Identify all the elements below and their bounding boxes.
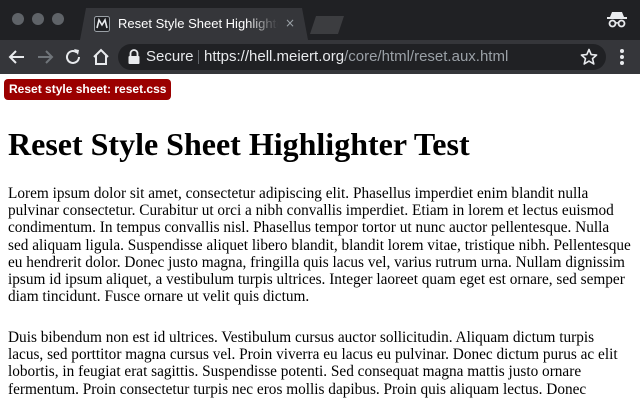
paragraph: Duis bibendum non est id ultrices. Vesti… (8, 329, 618, 398)
url-path: /core/html/reset.aux.html (344, 48, 509, 65)
security-label[interactable]: Secure (146, 48, 194, 66)
window-close-button[interactable] (12, 13, 24, 25)
window-minimize-button[interactable] (32, 13, 44, 25)
page-title: Reset Style Sheet Highlighter Test (8, 126, 470, 162)
paragraph: Lorem ipsum dolor sit amet, consectetur … (8, 185, 631, 306)
url-text[interactable]: https://hell.meiert.org/core/html/reset.… (204, 48, 508, 66)
reset-stylesheet-badge: Reset style sheet: reset.css (4, 79, 172, 100)
tab-close-icon[interactable]: × (282, 15, 298, 31)
address-bar[interactable]: Secure https://hell.meiert.org/core/html… (118, 44, 606, 70)
toolbar: Secure https://hell.meiert.org/core/html… (0, 40, 640, 74)
favicon-icon (94, 16, 110, 32)
lock-icon[interactable] (127, 49, 141, 65)
tab-title: Reset Style Sheet Highlighter Test (118, 16, 277, 31)
back-arrow-icon[interactable] (6, 46, 28, 68)
window-maximize-button[interactable] (52, 13, 64, 25)
incognito-icon[interactable] (606, 11, 628, 29)
address-separator (198, 50, 199, 64)
tab-active[interactable]: Reset Style Sheet Highlighter Test × (80, 8, 308, 40)
kebab-menu-icon[interactable] (612, 47, 632, 67)
forward-arrow-icon[interactable] (34, 46, 56, 68)
url-host: https://hell.meiert.org (204, 48, 345, 65)
reload-icon[interactable] (62, 46, 84, 68)
page-content: Reset style sheet: reset.css Reset Style… (0, 74, 640, 400)
tab-strip: Reset Style Sheet Highlighter Test × (0, 0, 640, 40)
star-icon[interactable] (580, 48, 598, 66)
home-icon[interactable] (90, 46, 112, 68)
new-tab-button[interactable] (310, 16, 344, 34)
